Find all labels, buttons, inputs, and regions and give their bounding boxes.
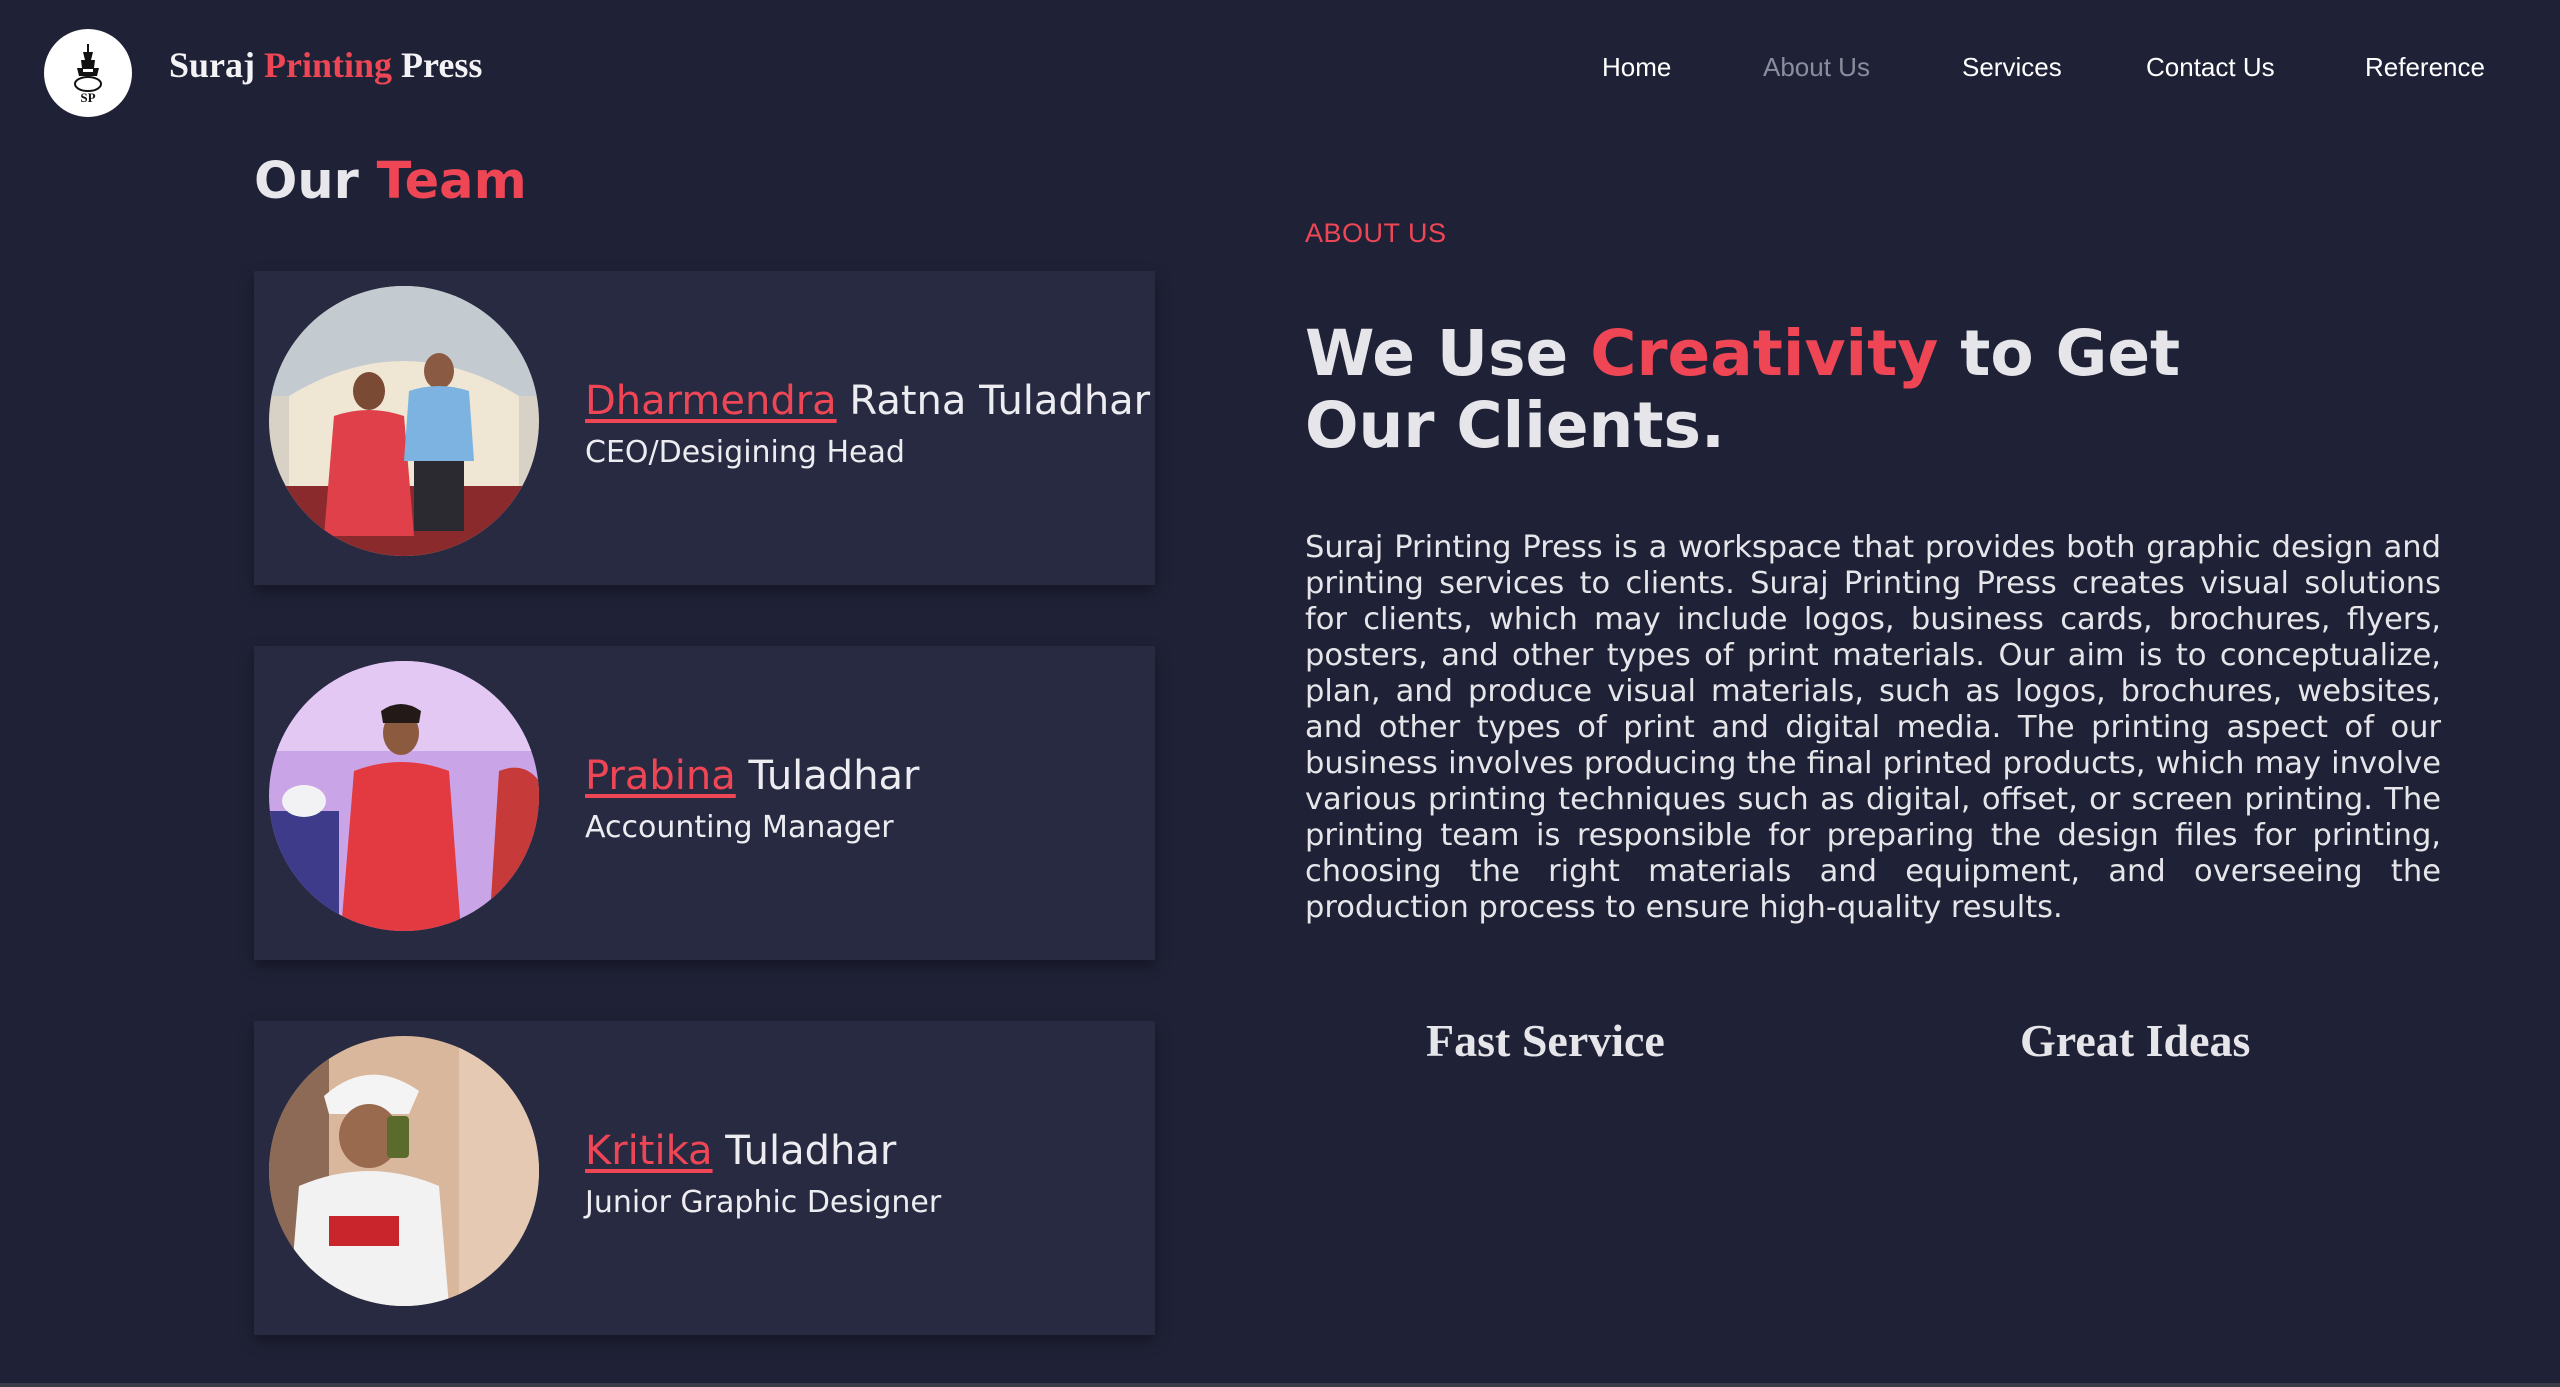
team-title: Our Team <box>254 152 527 211</box>
team-card: Kritika Tuladhar Junior Graphic Designer <box>254 1021 1155 1335</box>
member-last-name: Tuladhar <box>735 753 920 799</box>
team-title-part1: Our <box>254 152 377 211</box>
member-last-name: Ratna Tuladhar <box>836 378 1151 424</box>
main-nav: Home About Us Services Contact Us Refere… <box>0 52 2560 86</box>
about-headline: We Use Creativity to Get Our Clients. <box>1305 318 2205 462</box>
member-name: Kritika Tuladhar <box>585 1128 896 1174</box>
nav-contact-us[interactable]: Contact Us <box>2146 52 2275 83</box>
feature-fast-service: Fast Service <box>1426 1015 1665 1066</box>
member-role: CEO/Desigining Head <box>585 435 905 470</box>
headline-part1: We Use <box>1305 317 1591 390</box>
bottom-divider <box>0 1383 2560 1387</box>
member-name: Dharmendra Ratna Tuladhar <box>585 378 1150 424</box>
nav-reference[interactable]: Reference <box>2365 52 2485 83</box>
nav-services[interactable]: Services <box>1962 52 2062 83</box>
member-first-name-link[interactable]: Prabina <box>585 753 736 799</box>
member-role: Accounting Manager <box>585 810 894 845</box>
avatar <box>269 286 539 556</box>
svg-text:SP: SP <box>80 90 95 105</box>
member-name: Prabina Tuladhar <box>585 753 920 799</box>
team-card: Dharmendra Ratna Tuladhar CEO/Desigining… <box>254 271 1155 585</box>
member-role: Junior Graphic Designer <box>585 1185 942 1220</box>
nav-about-us[interactable]: About Us <box>1763 52 1870 83</box>
page: SP Suraj Printing Press Home About Us Se… <box>0 0 2560 1387</box>
member-first-name-link[interactable]: Kritika <box>585 1128 713 1174</box>
feature-great-ideas: Great Ideas <box>2020 1015 2251 1066</box>
about-paragraph: Suraj Printing Press is a workspace that… <box>1305 530 2441 925</box>
headline-part2: Creativity <box>1590 317 1939 390</box>
team-card: Prabina Tuladhar Accounting Manager <box>254 646 1155 960</box>
team-title-part2: Team <box>376 152 527 211</box>
member-first-name-link[interactable]: Dharmendra <box>585 378 837 424</box>
avatar <box>269 1036 539 1306</box>
nav-home[interactable]: Home <box>1602 52 1671 83</box>
member-last-name: Tuladhar <box>712 1128 897 1174</box>
about-us-label: ABOUT US <box>1305 218 1447 248</box>
avatar <box>269 661 539 931</box>
